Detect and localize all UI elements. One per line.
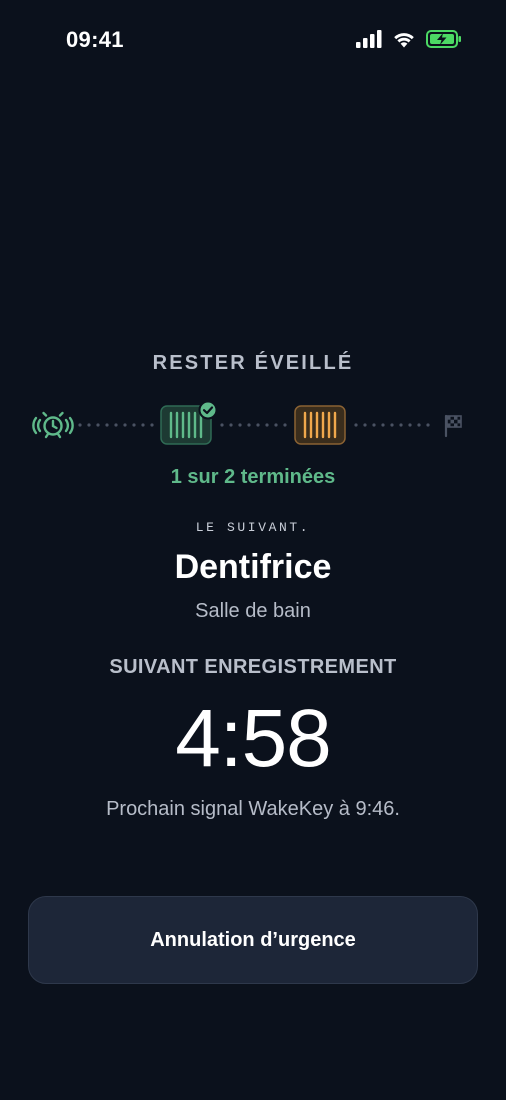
- checkmark-badge-icon: [198, 400, 218, 420]
- progress-track: [32, 400, 462, 445]
- step-completed: [160, 400, 218, 445]
- emergency-cancel-button[interactable]: Annulation d’urgence: [28, 896, 478, 984]
- timer-label: SUIVANT ENREGISTREMENT: [109, 656, 397, 678]
- next-label: LE SUIVANT.: [195, 520, 311, 535]
- countdown-timer: 4:58: [175, 693, 332, 784]
- routine-title: RESTER ÉVEILLÉ: [152, 352, 354, 374]
- cellular-signal-icon: [356, 30, 382, 48]
- status-time: 09:41: [66, 27, 124, 52]
- status-bar: 09:41: [0, 0, 506, 84]
- progress-text: 1 sur 2 terminées: [170, 466, 336, 488]
- track-dots: [78, 423, 430, 427]
- step-current: [294, 405, 346, 445]
- next-signal-text: Prochain signal WakeKey à 9:46.: [106, 798, 400, 820]
- next-task-name: Dentifrice: [174, 548, 332, 586]
- alarm-clock-icon: [32, 411, 74, 439]
- checkered-flag-icon: [444, 414, 462, 438]
- battery-charging-icon: [426, 30, 461, 48]
- status-icons: [356, 30, 462, 48]
- screen: 09:41 RESTER ÉVEILLÉ 1 sur 2 terminées L…: [0, 0, 506, 1100]
- next-task-room: Salle de bain: [195, 600, 311, 622]
- wifi-icon: [394, 33, 414, 48]
